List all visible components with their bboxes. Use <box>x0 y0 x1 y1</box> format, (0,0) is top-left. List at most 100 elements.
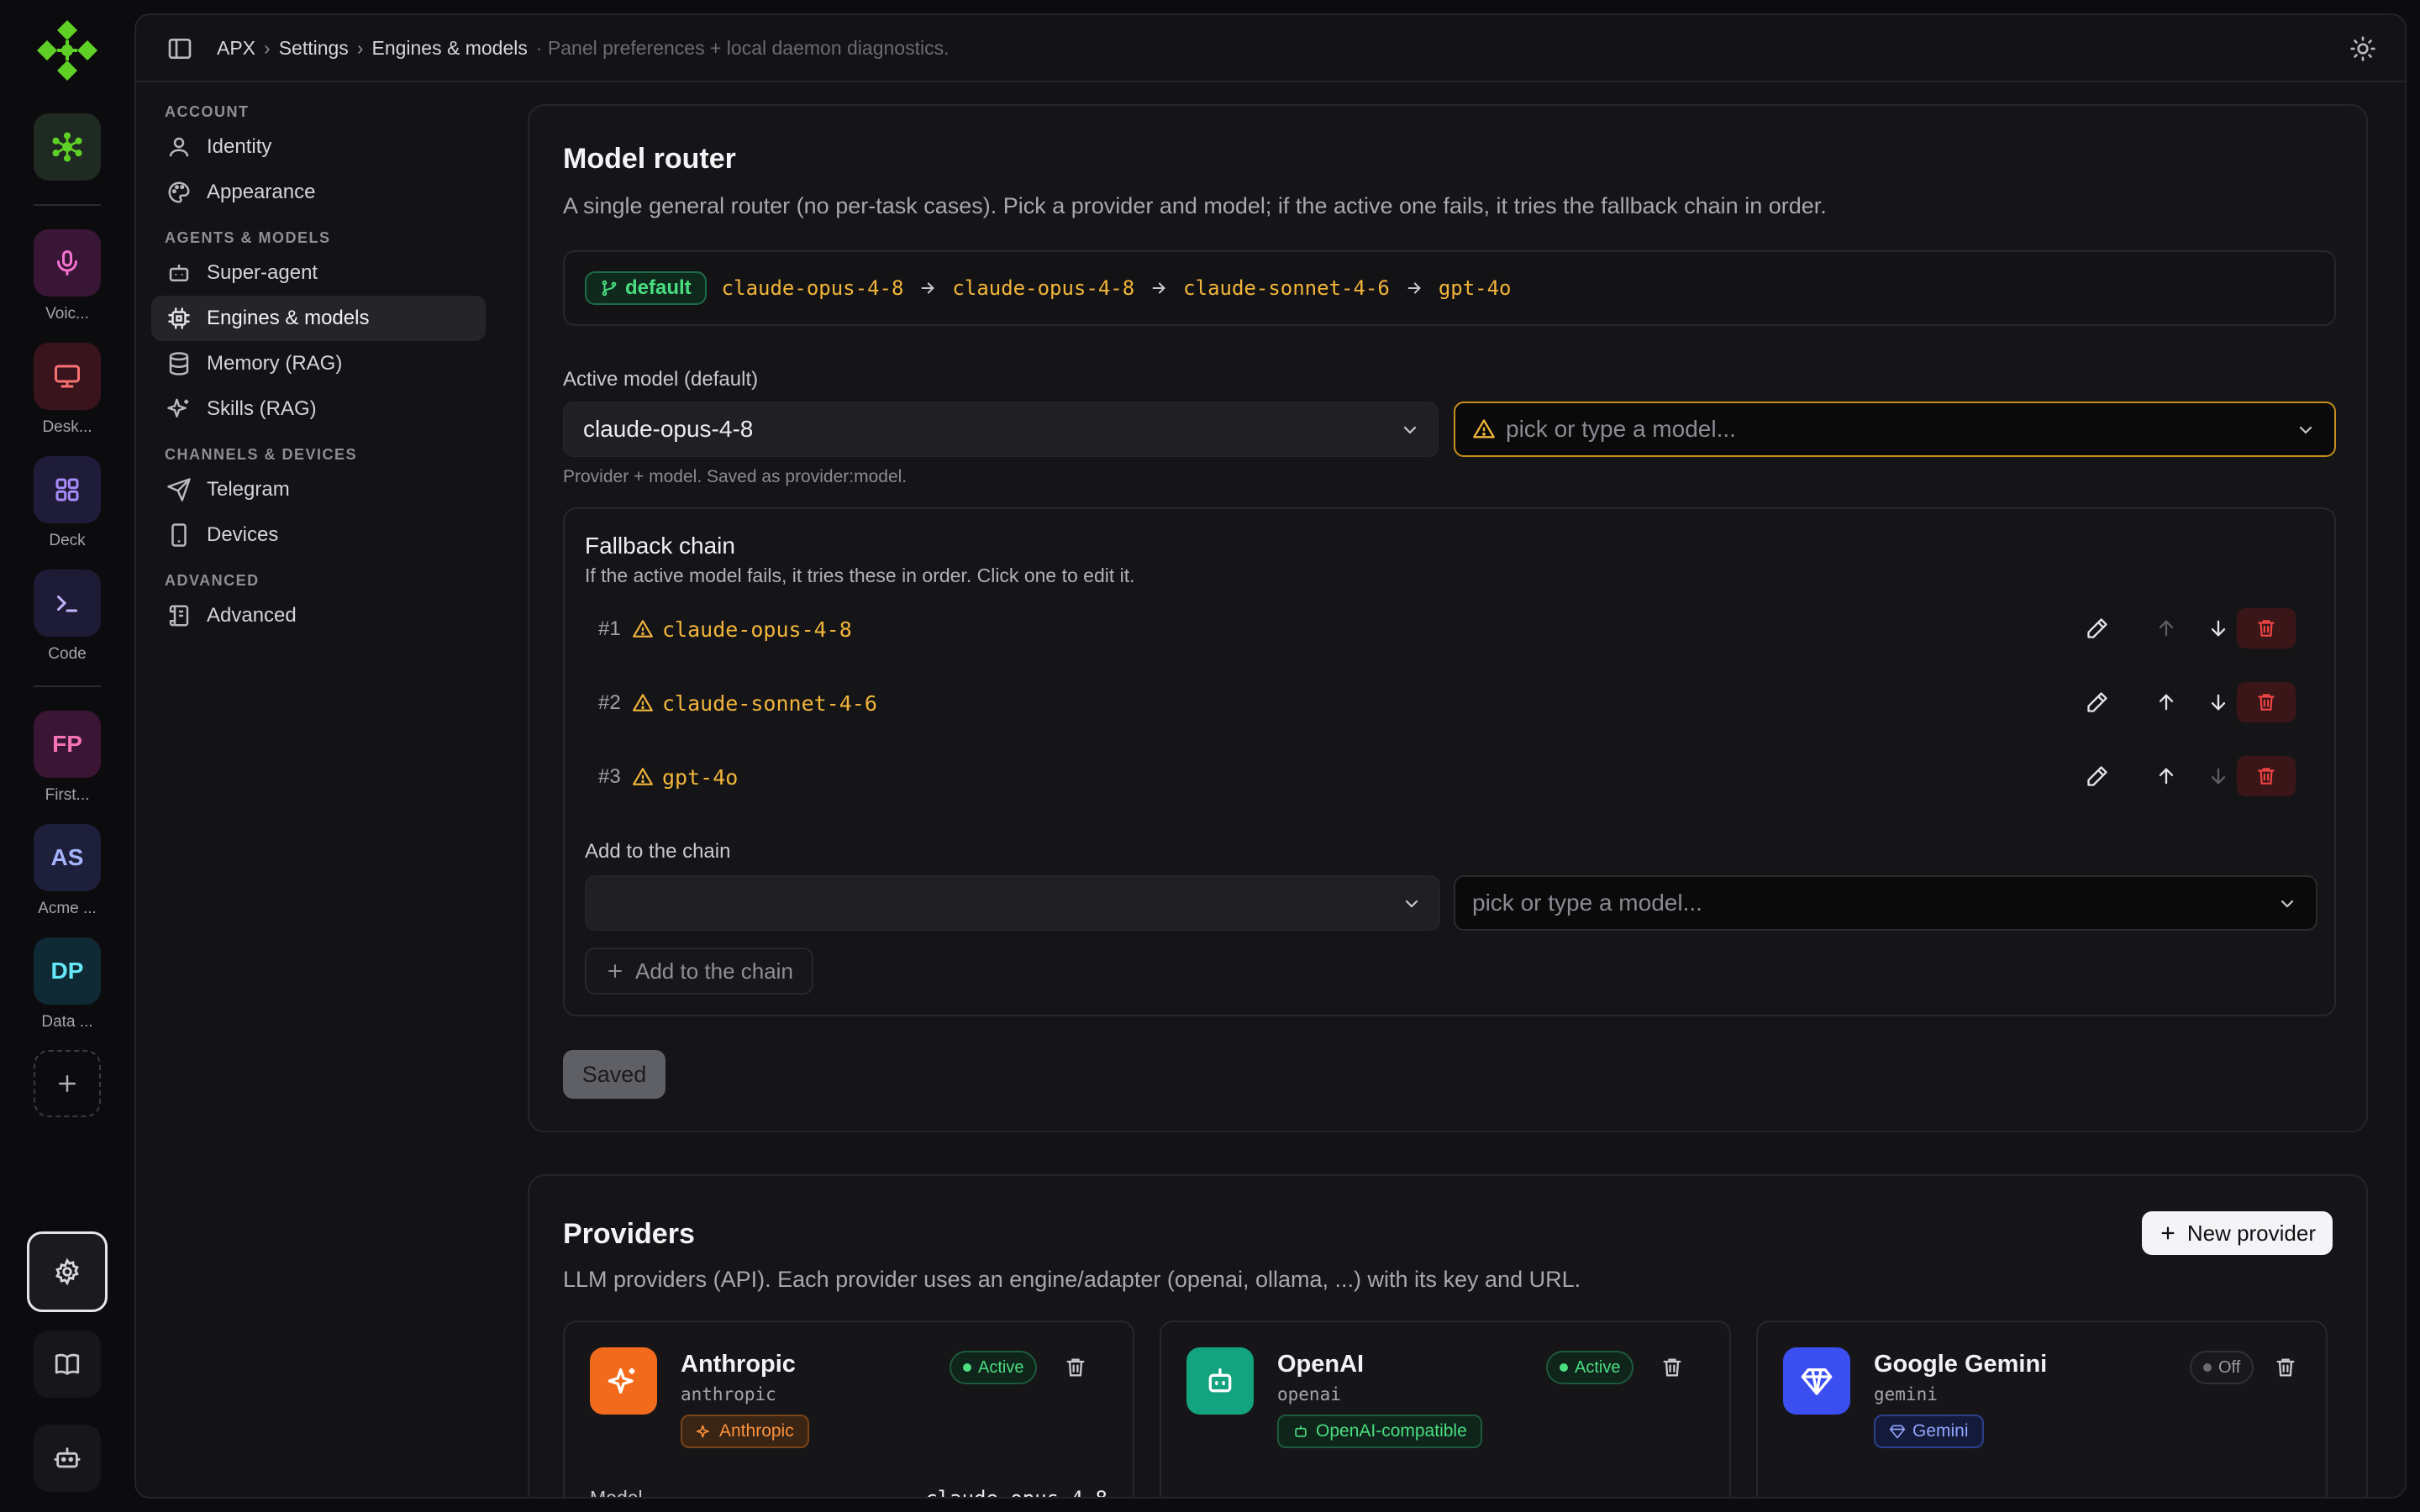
fallback-model: claude-sonnet-4-6 <box>662 691 877 716</box>
trash-icon[interactable] <box>2274 1356 2297 1379</box>
chevron-down-icon <box>1403 426 1417 434</box>
pencil-icon <box>2087 766 2107 786</box>
nav-item-label: Memory (RAG) <box>207 352 343 375</box>
nav-item-memory[interactable]: Memory (RAG) <box>151 341 486 386</box>
button-label: New provider <box>2186 1220 2316 1246</box>
nav-item-appearance[interactable]: Appearance <box>151 170 486 215</box>
move-down-button[interactable] <box>2203 687 2233 717</box>
fallback-row[interactable]: #1 claude-opus-4-8 <box>565 603 2334 654</box>
provider-id: openai <box>1277 1384 1341 1404</box>
edit-button[interactable] <box>2082 761 2112 791</box>
trash-icon[interactable] <box>1064 1356 1087 1379</box>
move-up-button[interactable] <box>2151 613 2181 643</box>
warning-icon <box>1473 419 1495 438</box>
router-chain-summary[interactable]: default claude-opus-4-8 claude-opus-4-8 … <box>563 250 2336 326</box>
nav-heading-advanced: ADVANCED <box>165 572 260 589</box>
add-chain-model-input[interactable]: pick or type a model... <box>1454 875 2317 931</box>
bot-icon <box>54 1447 81 1468</box>
rail-item-voice[interactable]: Voic... <box>34 229 101 323</box>
breadcrumb-description: · Panel preferences + local daemon diagn… <box>535 37 950 59</box>
rail-label: Data ... <box>41 1013 93 1031</box>
rail-item-workspace-dp[interactable]: DP Data ... <box>34 937 101 1032</box>
active-provider-select[interactable]: claude-opus-4-8 <box>563 402 1439 457</box>
rail-item-home[interactable] <box>34 113 101 181</box>
edit-button[interactable] <box>2082 687 2112 717</box>
theme-toggle-icon[interactable] <box>2349 35 2376 62</box>
add-chain-provider-select[interactable] <box>585 875 1440 931</box>
nav-item-engines-models[interactable]: Engines & models <box>151 296 486 341</box>
new-provider-button[interactable]: New provider <box>2141 1211 2333 1255</box>
status-label: Active <box>1575 1357 1621 1377</box>
provider-card-openai[interactable]: OpenAI openai OpenAI-compatible Active <box>1160 1320 1731 1497</box>
move-down-button[interactable] <box>2203 613 2233 643</box>
nav-item-advanced[interactable]: Advanced <box>151 593 486 638</box>
provider-model-label: Model <box>590 1487 643 1499</box>
default-route-badge: default <box>585 271 707 305</box>
active-model-hint: Provider + model. Saved as provider:mode… <box>563 467 908 486</box>
nav-item-identity[interactable]: Identity <box>151 124 486 170</box>
nav-heading-agents: AGENTS & MODELS <box>165 229 331 246</box>
arrow-down-icon <box>2211 620 2226 637</box>
rail-divider <box>34 685 101 687</box>
delete-button[interactable] <box>2237 682 2296 722</box>
breadcrumb-root[interactable]: APX <box>217 37 255 60</box>
provider-card-anthropic[interactable]: Anthropic anthropic Anthropic Active Mod… <box>563 1320 1134 1499</box>
saved-button[interactable]: Saved <box>563 1050 666 1099</box>
status-badge: Off <box>2190 1351 2254 1384</box>
move-up-button[interactable] <box>2151 761 2181 791</box>
breadcrumb: APX › Settings › Engines & models · Pane… <box>217 37 950 60</box>
badge-label: default <box>625 276 692 299</box>
rail-item-workspace-as[interactable]: AS Acme ... <box>34 824 101 918</box>
status-badge: Active <box>1546 1351 1634 1384</box>
move-up-button[interactable] <box>2151 687 2181 717</box>
status-badge: Active <box>950 1351 1038 1384</box>
sidebar-toggle-icon[interactable] <box>166 35 193 62</box>
nav-item-label: Engines & models <box>207 307 370 329</box>
settings-nav: ACCOUNT Identity Appearance AGENTS & MOD… <box>151 99 486 638</box>
settings-button[interactable] <box>27 1231 108 1312</box>
delete-button[interactable] <box>2237 756 2296 796</box>
breadcrumb-page: Engines & models <box>371 37 528 59</box>
rail-item-workspace-fp[interactable]: FP First... <box>34 711 101 805</box>
fallback-model: claude-opus-4-8 <box>662 617 852 642</box>
settings-window: APX › Settings › Engines & models · Pane… <box>134 13 2407 1499</box>
apx-logo-icon[interactable] <box>34 17 101 84</box>
active-model-label: Active model (default) <box>563 368 759 391</box>
rail-item-deck[interactable]: Deck <box>34 456 101 550</box>
nav-item-label: Appearance <box>207 181 316 203</box>
fallback-row[interactable]: #3 gpt-4o <box>565 751 2334 801</box>
add-to-chain-button[interactable]: Add to the chain <box>585 948 813 995</box>
breadcrumb-section[interactable]: Settings <box>279 37 349 60</box>
bot-icon <box>169 265 189 281</box>
rail-label: Voic... <box>45 305 89 323</box>
chain-model: claude-sonnet-4-6 <box>1183 276 1390 300</box>
rail-item-desktop[interactable]: Desk... <box>34 343 101 437</box>
status-label: Off <box>2218 1357 2241 1377</box>
docs-button[interactable] <box>34 1331 101 1398</box>
nav-item-skills[interactable]: Skills (RAG) <box>151 386 486 432</box>
nav-item-devices[interactable]: Devices <box>151 512 486 558</box>
app-rail: Voic... Desk... Deck Code FP First... AS… <box>0 0 134 1512</box>
rail-item-code[interactable]: Code <box>34 570 101 664</box>
delete-button[interactable] <box>2237 608 2296 648</box>
agent-button[interactable] <box>34 1425 101 1492</box>
trash-icon <box>2258 620 2275 637</box>
arrow-up-icon <box>2159 694 2174 711</box>
fallback-row[interactable]: #2 claude-sonnet-4-6 <box>565 677 2334 727</box>
nav-item-label: Advanced <box>207 604 297 627</box>
nav-item-super-agent[interactable]: Super-agent <box>151 250 486 296</box>
nav-item-label: Super-agent <box>207 261 318 284</box>
move-down-button[interactable] <box>2203 761 2233 791</box>
warning-icon <box>633 694 653 711</box>
select-value: claude-opus-4-8 <box>583 416 754 442</box>
trash-icon[interactable] <box>1660 1356 1684 1379</box>
provider-card-gemini[interactable]: Google Gemini gemini Gemini Off <box>1756 1320 2328 1497</box>
active-model-input[interactable]: pick or type a model... <box>1454 402 2336 457</box>
arrow-right-icon <box>918 279 937 297</box>
palette-icon <box>168 181 190 203</box>
add-workspace-button[interactable] <box>34 1050 101 1117</box>
workspace-avatar: AS <box>34 824 101 891</box>
nav-item-telegram[interactable]: Telegram <box>151 467 486 512</box>
providers-subtitle: LLM providers (API). Each provider uses … <box>563 1267 1581 1292</box>
edit-button[interactable] <box>2082 613 2112 643</box>
